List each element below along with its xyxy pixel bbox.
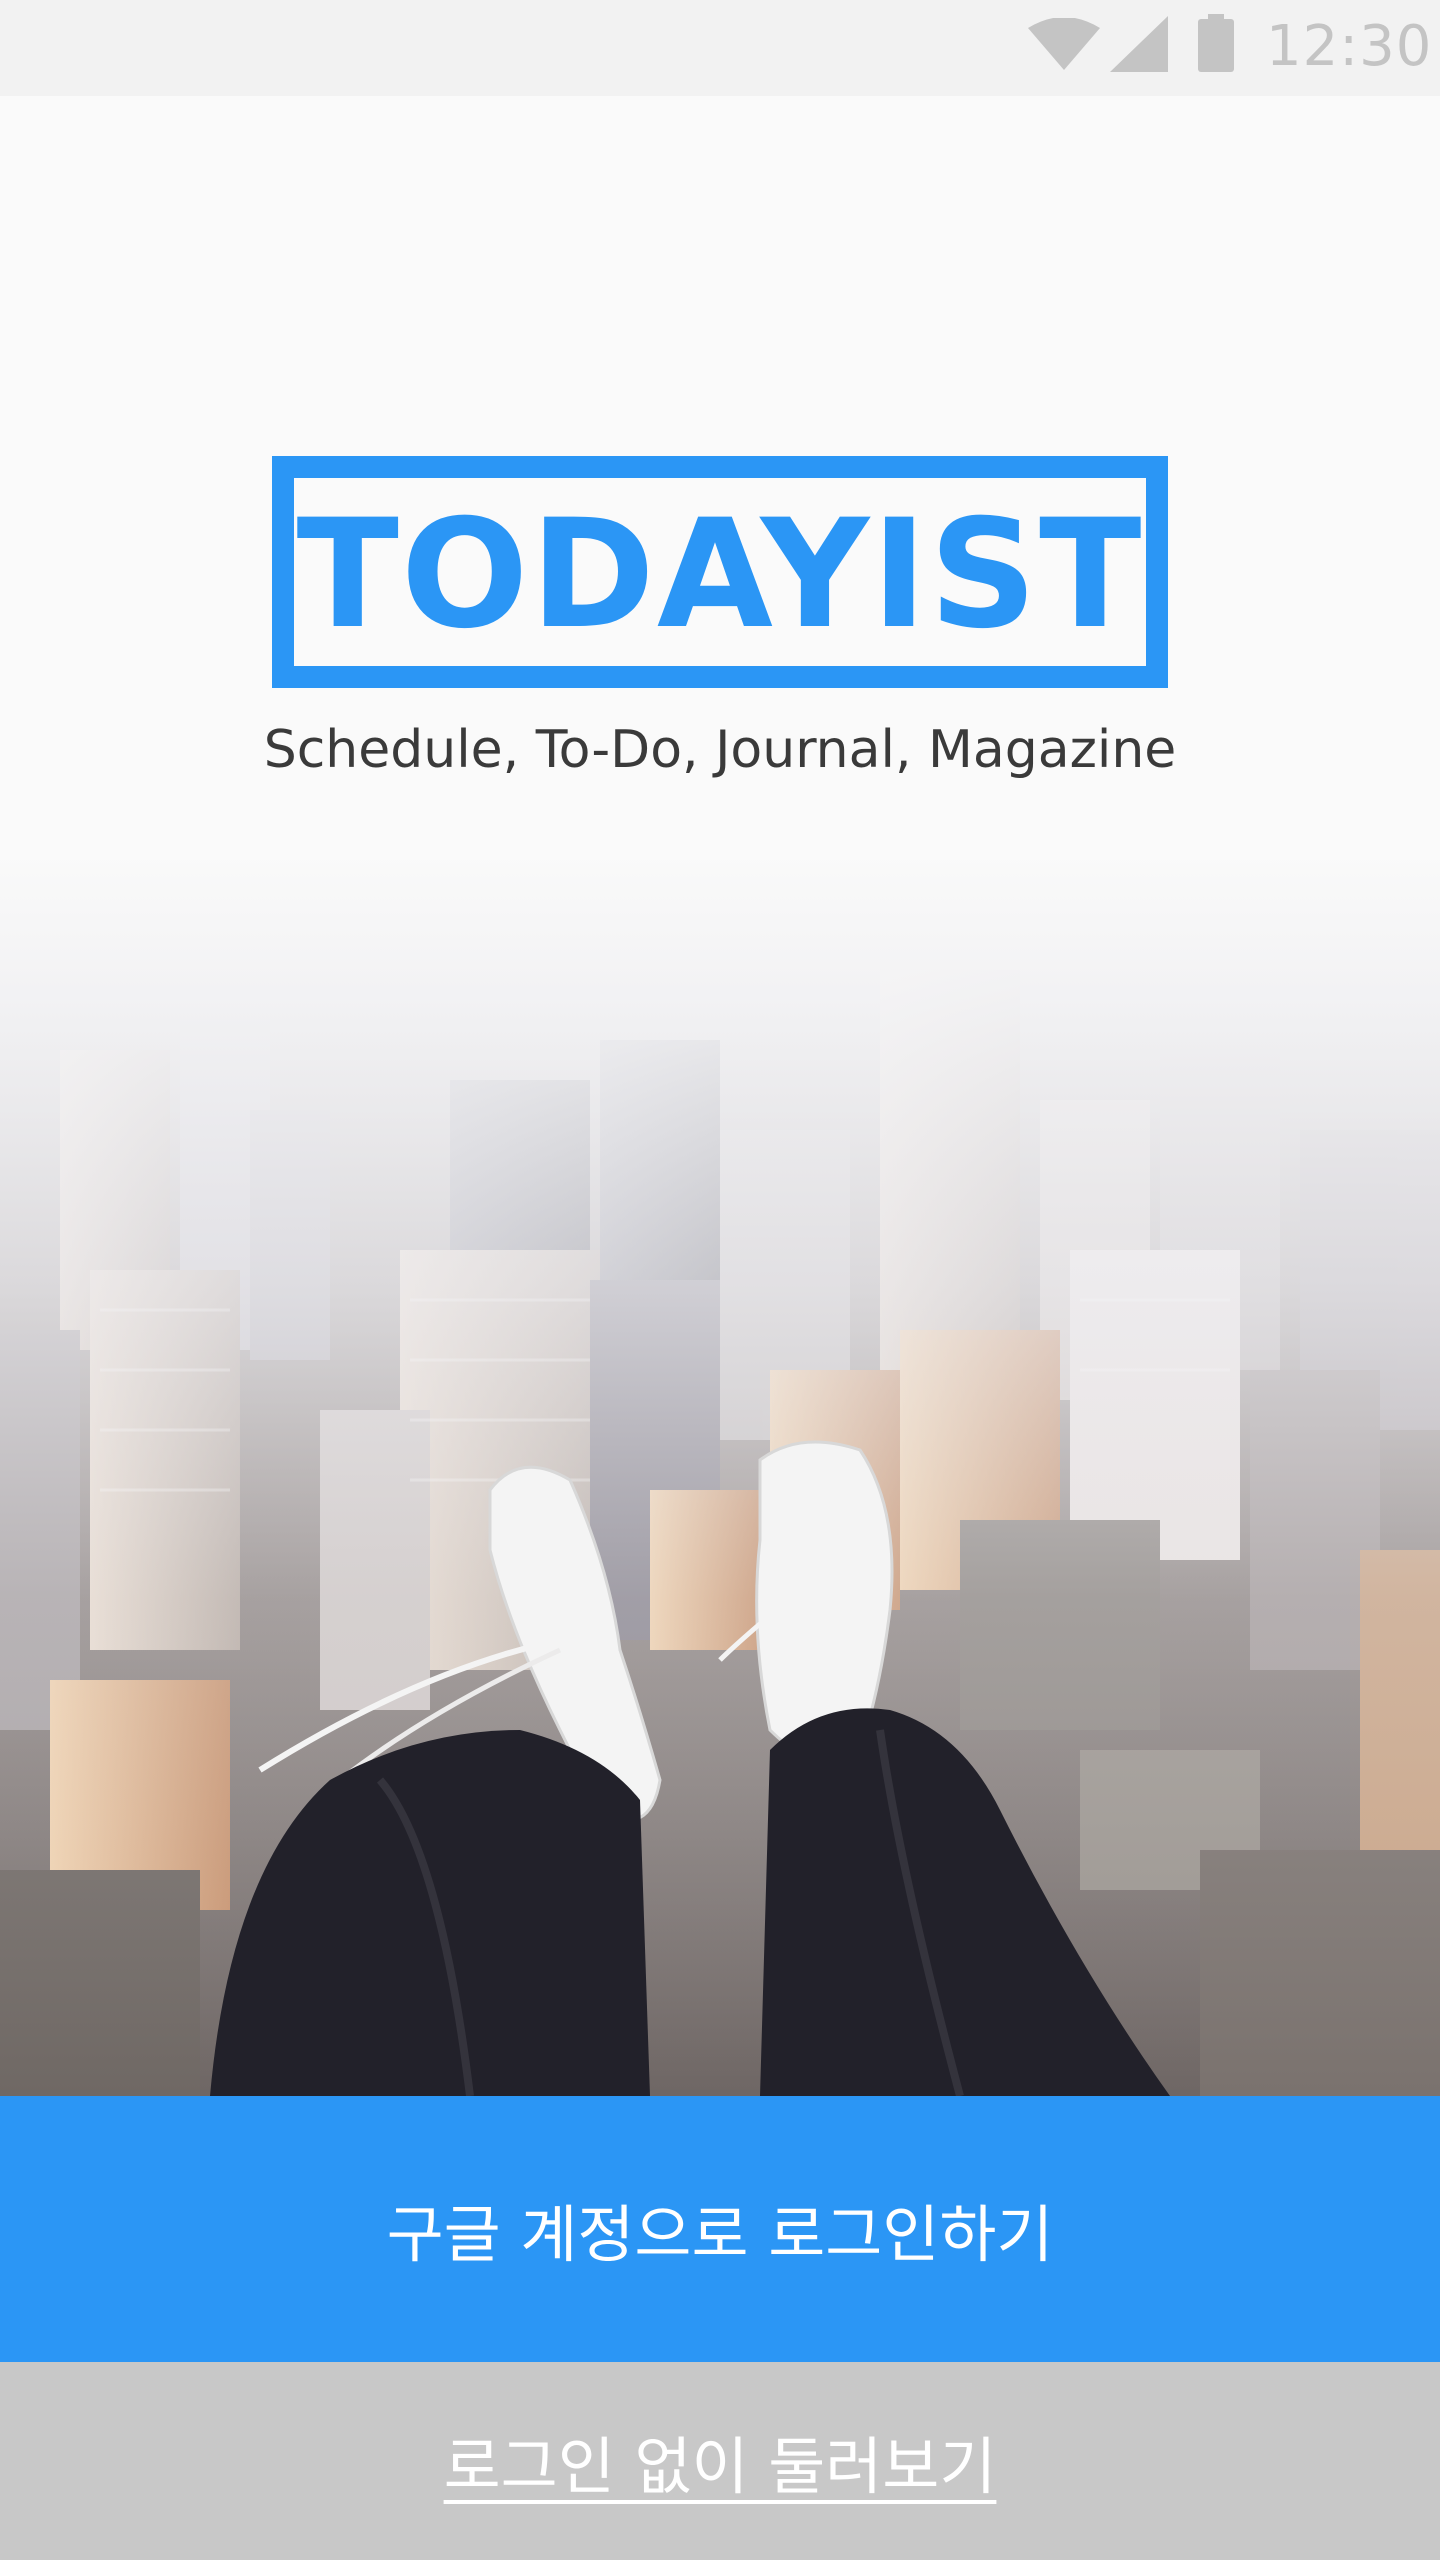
hero-image xyxy=(0,850,1440,2096)
browse-without-login-button[interactable]: 로그인 없이 둘러보기 xyxy=(0,2362,1440,2560)
app-logo: TODAYIST xyxy=(272,456,1168,688)
wifi-icon xyxy=(1028,18,1100,70)
logo-text: TODAYIST xyxy=(296,488,1144,662)
battery-icon xyxy=(1198,14,1234,72)
city-skyline-feet-photo xyxy=(0,850,1440,2096)
google-login-button[interactable]: 구글 계정으로 로그인하기 xyxy=(0,2096,1440,2362)
signal-icon xyxy=(1110,16,1168,72)
app-tagline: Schedule, To-Do, Journal, Magazine xyxy=(263,720,1177,780)
login-screen: 12:30 TODAYIST Schedule, To-Do, Journal,… xyxy=(0,0,1440,2560)
status-bar: 12:30 xyxy=(0,0,1440,96)
status-time: 12:30 xyxy=(1266,14,1433,79)
